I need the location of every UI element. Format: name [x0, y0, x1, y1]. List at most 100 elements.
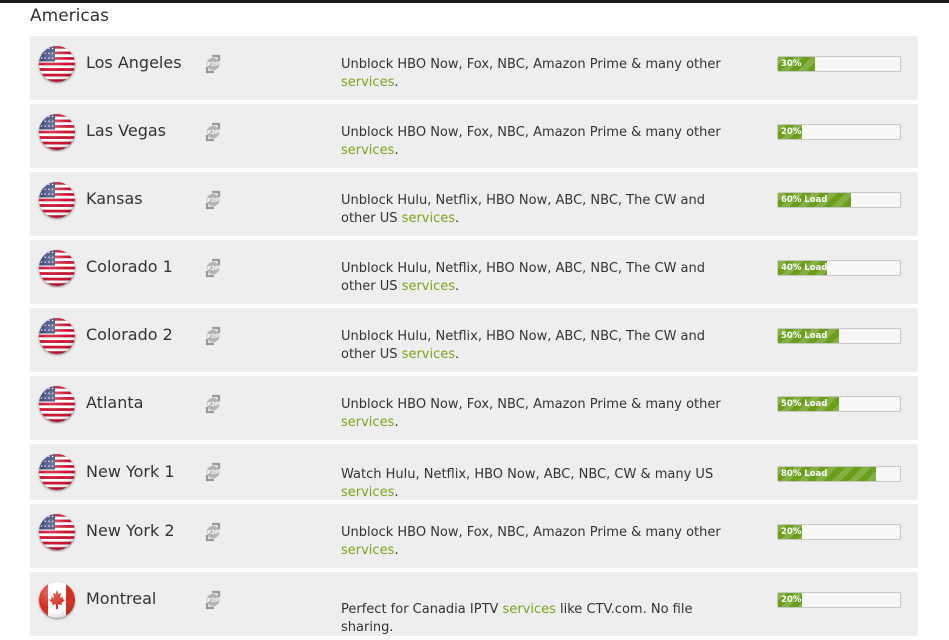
- p2p-icon: P2P: [202, 325, 224, 347]
- description-suffix: .: [394, 415, 399, 430]
- server-city: Colorado 2: [86, 325, 173, 344]
- server-row[interactable]: Montreal P2P Perfect for Canadia IPTV se…: [30, 572, 918, 636]
- load-fill: 50% Load: [778, 397, 839, 411]
- server-row[interactable]: Atlanta P2P Unblock HBO Now, Fox, NBC, A…: [30, 376, 918, 440]
- server-row[interactable]: Kansas P2P Unblock Hulu, Netflix, HBO No…: [30, 172, 918, 236]
- load-fill: 30%: [778, 57, 815, 71]
- svg-text:P2P: P2P: [207, 266, 219, 272]
- description-text: Unblock HBO Now, Fox, NBC, Amazon Prime …: [341, 397, 721, 412]
- services-link[interactable]: services: [341, 543, 394, 558]
- server-description: Unblock HBO Now, Fox, NBC, Amazon Prime …: [341, 56, 741, 92]
- us-flag-icon: [39, 454, 75, 490]
- description-suffix: .: [394, 543, 399, 558]
- load-bar: 60% Load: [777, 192, 901, 208]
- description-suffix: .: [394, 485, 399, 500]
- svg-text:P2P: P2P: [207, 130, 219, 136]
- p2p-icon: P2P: [202, 589, 224, 611]
- p2p-icon: P2P: [202, 461, 224, 483]
- svg-text:P2P: P2P: [207, 402, 219, 408]
- load-fill: 20%: [778, 525, 803, 539]
- load-fill: 20%: [778, 593, 803, 607]
- svg-text:P2P: P2P: [207, 598, 219, 604]
- server-description: Watch Hulu, Netflix, HBO Now, ABC, NBC, …: [341, 466, 741, 502]
- load-bar: 20%: [777, 124, 901, 140]
- server-city: Kansas: [86, 189, 143, 208]
- load-bar: 20%: [777, 592, 901, 608]
- us-flag-icon: [39, 182, 75, 218]
- server-city: Montreal: [86, 589, 157, 608]
- services-link[interactable]: services: [341, 75, 394, 90]
- top-border: [0, 0, 949, 3]
- load-fill: 60% Load: [778, 193, 852, 207]
- svg-text:P2P: P2P: [207, 62, 219, 68]
- p2p-icon: P2P: [202, 121, 224, 143]
- description-text: Unblock Hulu, Netflix, HBO Now, ABC, NBC…: [341, 193, 706, 226]
- description-text: Unblock Hulu, Netflix, HBO Now, ABC, NBC…: [341, 261, 706, 294]
- server-city: New York 2: [86, 521, 175, 540]
- us-flag-icon: [39, 250, 75, 286]
- server-row[interactable]: Las Vegas P2P Unblock HBO Now, Fox, NBC,…: [30, 104, 918, 168]
- server-description: Unblock HBO Now, Fox, NBC, Amazon Prime …: [341, 124, 741, 160]
- services-link[interactable]: services: [341, 415, 394, 430]
- p2p-icon: P2P: [202, 189, 224, 211]
- server-row[interactable]: Colorado 2 P2P Unblock Hulu, Netflix, HB…: [30, 308, 918, 372]
- services-link[interactable]: services: [402, 347, 455, 362]
- us-flag-icon: [39, 46, 75, 82]
- server-description: Unblock Hulu, Netflix, HBO Now, ABC, NBC…: [341, 260, 741, 296]
- load-bar: 80% Load: [777, 466, 901, 482]
- server-description: Unblock HBO Now, Fox, NBC, Amazon Prime …: [341, 524, 741, 560]
- server-description: Unblock Hulu, Netflix, HBO Now, ABC, NBC…: [341, 192, 741, 228]
- load-fill: 50% Load: [778, 329, 839, 343]
- description-text: Perfect for Canadia IPTV: [341, 602, 499, 617]
- server-city: Atlanta: [86, 393, 144, 412]
- us-flag-icon: [39, 114, 75, 150]
- svg-text:P2P: P2P: [207, 470, 219, 476]
- load-bar: 50% Load: [777, 328, 901, 344]
- svg-text:P2P: P2P: [207, 530, 219, 536]
- server-description: Unblock Hulu, Netflix, HBO Now, ABC, NBC…: [341, 328, 741, 364]
- description-suffix: .: [394, 143, 399, 158]
- p2p-icon: P2P: [202, 257, 224, 279]
- server-row[interactable]: Los Angeles P2P Unblock HBO Now, Fox, NB…: [30, 36, 918, 100]
- description-text: Unblock HBO Now, Fox, NBC, Amazon Prime …: [341, 525, 721, 540]
- load-bar: 40% Load: [777, 260, 901, 276]
- load-bar: 50% Load: [777, 396, 901, 412]
- services-link[interactable]: services: [402, 279, 455, 294]
- server-city: Los Angeles: [86, 53, 182, 72]
- load-bar: 30%: [777, 56, 901, 72]
- us-flag-icon: [39, 514, 75, 550]
- description-suffix: .: [455, 347, 460, 362]
- server-description: Unblock HBO Now, Fox, NBC, Amazon Prime …: [341, 396, 741, 432]
- server-row[interactable]: Colorado 1 P2P Unblock Hulu, Netflix, HB…: [30, 240, 918, 304]
- server-row[interactable]: New York 1 P2P Watch Hulu, Netflix, HBO …: [30, 444, 918, 500]
- canada-flag-icon: [39, 582, 75, 618]
- description-suffix: .: [455, 279, 460, 294]
- description-text: Unblock HBO Now, Fox, NBC, Amazon Prime …: [341, 125, 721, 140]
- us-flag-icon: [39, 318, 75, 354]
- load-bar: 20%: [777, 524, 901, 540]
- server-city: New York 1: [86, 462, 175, 481]
- section-title: Americas: [30, 6, 109, 26]
- description-suffix: .: [394, 75, 399, 90]
- description-text: Unblock HBO Now, Fox, NBC, Amazon Prime …: [341, 57, 721, 72]
- services-link[interactable]: services: [341, 485, 394, 500]
- server-city: Las Vegas: [86, 121, 166, 140]
- load-fill: 20%: [778, 125, 803, 139]
- svg-text:P2P: P2P: [207, 198, 219, 204]
- p2p-icon: P2P: [202, 393, 224, 415]
- server-list: Los Angeles P2P Unblock HBO Now, Fox, NB…: [30, 36, 918, 640]
- us-flag-icon: [39, 386, 75, 422]
- services-link[interactable]: services: [503, 602, 556, 617]
- server-city: Colorado 1: [86, 257, 173, 276]
- server-description: Perfect for Canadia IPTV services like C…: [341, 601, 741, 637]
- services-link[interactable]: services: [341, 143, 394, 158]
- description-text: Unblock Hulu, Netflix, HBO Now, ABC, NBC…: [341, 329, 706, 362]
- load-fill: 40% Load: [778, 261, 827, 275]
- services-link[interactable]: services: [402, 211, 455, 226]
- svg-text:P2P: P2P: [207, 334, 219, 340]
- p2p-icon: P2P: [202, 521, 224, 543]
- server-row[interactable]: New York 2 P2P Unblock HBO Now, Fox, NBC…: [30, 504, 918, 568]
- load-fill: 80% Load: [778, 467, 876, 481]
- description-text: Watch Hulu, Netflix, HBO Now, ABC, NBC, …: [341, 467, 714, 482]
- description-suffix: .: [455, 211, 460, 226]
